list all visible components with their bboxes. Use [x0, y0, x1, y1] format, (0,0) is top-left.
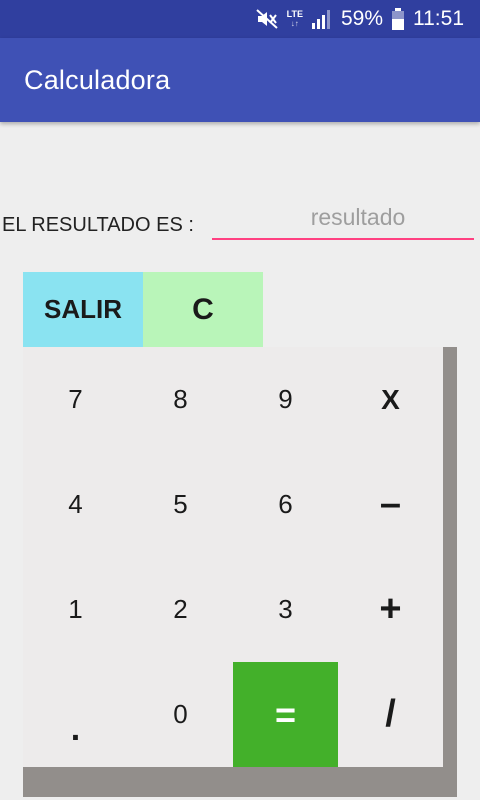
key-1[interactable]: 1 — [23, 557, 128, 662]
divide-button[interactable]: / — [338, 662, 443, 767]
signal-icon — [311, 8, 333, 30]
app-title: Calculadora — [24, 65, 171, 95]
status-bar: LTE ↓↑ 59% 11:51 — [0, 0, 480, 38]
add-button[interactable]: + — [338, 557, 443, 662]
battery-percent: 59% — [340, 7, 383, 30]
key-6[interactable]: 6 — [233, 452, 338, 557]
result-label: EL RESULTADO ES : — [2, 214, 194, 236]
lte-icon: LTE ↓↑ — [286, 9, 303, 29]
keypad-shadow — [443, 347, 457, 797]
mute-icon — [255, 8, 279, 30]
keypad: 7 8 9 X 4 5 6 – 1 2 3 + . 0 = / — [23, 347, 443, 767]
result-input[interactable] — [212, 196, 474, 240]
key-8[interactable]: 8 — [128, 347, 233, 452]
key-7[interactable]: 7 — [23, 347, 128, 452]
clear-button[interactable]: C — [143, 272, 263, 347]
key-4[interactable]: 4 — [23, 452, 128, 557]
keypad-shadow-bottom — [23, 767, 457, 797]
network-type: LTE — [286, 9, 303, 19]
key-9[interactable]: 9 — [233, 347, 338, 452]
subtract-button[interactable]: – — [338, 452, 443, 557]
key-5[interactable]: 5 — [128, 452, 233, 557]
salir-button[interactable]: SALIR — [23, 272, 143, 347]
multiply-button[interactable]: X — [338, 347, 443, 452]
key-0[interactable]: 0 — [128, 662, 233, 767]
app-bar: Calculadora — [0, 38, 480, 122]
status-icons: LTE ↓↑ 59% 11:51 — [255, 0, 464, 38]
decimal-button[interactable]: . — [23, 662, 128, 767]
key-2[interactable]: 2 — [128, 557, 233, 662]
key-3[interactable]: 3 — [233, 557, 338, 662]
equals-button[interactable]: = — [233, 662, 338, 767]
clock: 11:51 — [413, 7, 464, 30]
battery-icon — [391, 8, 405, 30]
